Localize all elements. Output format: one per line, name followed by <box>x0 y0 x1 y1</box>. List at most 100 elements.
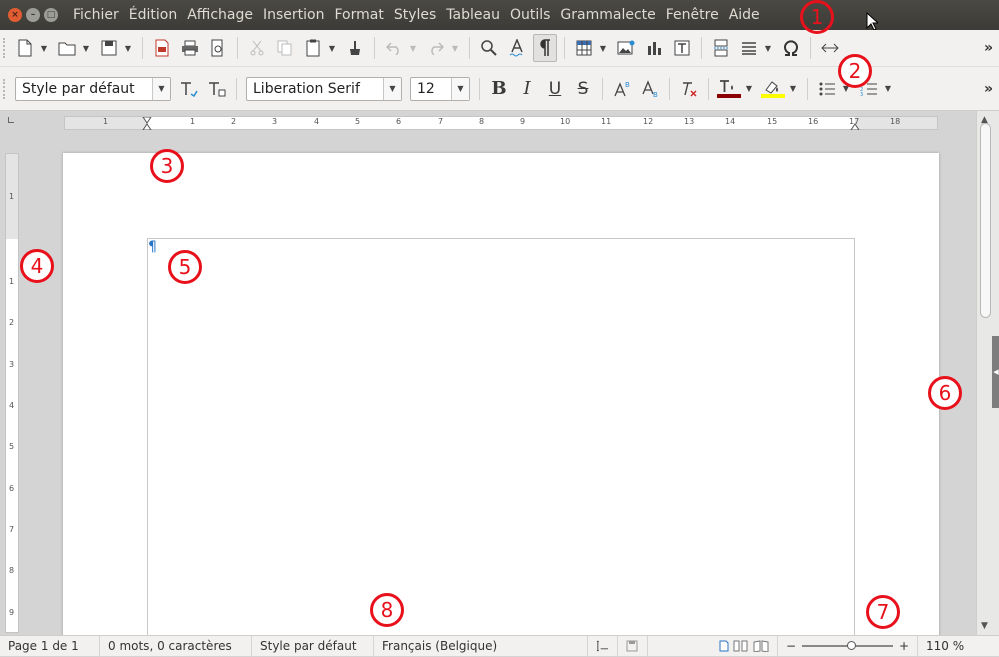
underline-button[interactable]: U <box>543 75 567 103</box>
insert-hyperlink-button[interactable] <box>818 34 842 62</box>
subscript-button[interactable]: B <box>638 75 662 103</box>
menu-aide[interactable]: Aide <box>724 7 765 23</box>
menu-affichage[interactable]: Affichage <box>182 7 258 23</box>
toolbar-overflow-button[interactable]: » <box>984 40 993 56</box>
font-color-button[interactable] <box>716 75 742 103</box>
multi-page-view-icon[interactable] <box>733 640 749 652</box>
maximize-window-button[interactable]: □ <box>44 8 58 22</box>
redo-button[interactable] <box>424 34 448 62</box>
insert-chart-button[interactable] <box>642 34 666 62</box>
page-count-status[interactable]: Page 1 de 1 <box>0 635 100 657</box>
superscript-button[interactable]: B <box>610 75 634 103</box>
document-modified-icon[interactable] <box>618 635 648 657</box>
scroll-down-arrow-icon[interactable]: ▼ <box>981 621 988 631</box>
open-dropdown[interactable]: ▼ <box>81 44 91 53</box>
new-style-button[interactable] <box>205 75 229 103</box>
insert-mode-icon[interactable] <box>588 635 618 657</box>
cut-button[interactable] <box>245 34 269 62</box>
print-preview-button[interactable] <box>206 34 230 62</box>
redo-dropdown[interactable]: ▼ <box>450 44 460 53</box>
numbered-list-dropdown[interactable]: ▼ <box>883 84 893 93</box>
minimize-window-button[interactable]: – <box>26 8 40 22</box>
save-dropdown[interactable]: ▼ <box>123 44 133 53</box>
ruler-label: 9 <box>9 608 15 617</box>
menu-outils[interactable]: Outils <box>505 7 555 23</box>
menu-insertion[interactable]: Insertion <box>258 7 329 23</box>
zoom-out-button[interactable]: − <box>786 639 796 653</box>
export-pdf-button[interactable] <box>150 34 174 62</box>
save-button[interactable] <box>97 34 121 62</box>
scrollbar-thumb[interactable] <box>980 123 991 318</box>
zoom-slider-knob[interactable] <box>847 641 857 650</box>
toolbar-grip[interactable] <box>3 78 7 99</box>
field-dropdown[interactable]: ▼ <box>763 44 773 53</box>
language-status[interactable]: Français (Belgique) <box>374 635 588 657</box>
insert-field-button[interactable] <box>737 34 761 62</box>
italic-button[interactable]: I <box>515 75 539 103</box>
clear-formatting-button[interactable] <box>677 75 701 103</box>
menu-tableau[interactable]: Tableau <box>441 7 505 23</box>
undo-dropdown[interactable]: ▼ <box>408 44 418 53</box>
zoom-percentage[interactable]: 110 % <box>918 636 969 657</box>
document-page[interactable]: ¶ <box>63 153 939 635</box>
chevron-down-icon[interactable]: ▼ <box>451 77 469 100</box>
clone-formatting-button[interactable] <box>343 34 367 62</box>
insert-textbox-button[interactable] <box>670 34 694 62</box>
strikethrough-button[interactable]: S <box>571 75 595 103</box>
menu-fichier[interactable]: Fichier <box>68 7 124 23</box>
pilcrow-icon <box>540 39 550 56</box>
update-style-button[interactable] <box>177 75 201 103</box>
insert-special-char-button[interactable] <box>779 34 803 62</box>
ruler-label: 7 <box>438 117 444 126</box>
tab-type-selector[interactable] <box>8 117 14 123</box>
font-color-dropdown[interactable]: ▼ <box>744 84 754 93</box>
document-canvas[interactable]: ¶ <box>24 133 976 635</box>
page-style-status[interactable]: Style par défaut <box>252 635 374 657</box>
highlight-dropdown[interactable]: ▼ <box>788 84 798 93</box>
vertical-scrollbar[interactable]: ▲ ◀ ▼ <box>976 111 999 635</box>
single-page-view-icon[interactable] <box>719 640 729 652</box>
copy-button[interactable] <box>273 34 297 62</box>
spelling-button[interactable] <box>505 34 529 62</box>
menu-edition[interactable]: Édition <box>124 7 182 23</box>
find-replace-button[interactable] <box>477 34 501 62</box>
menu-grammalecte[interactable]: Grammalecte <box>555 7 660 23</box>
horizontal-ruler[interactable]: 1 1 2 3 4 5 6 7 8 9 10 11 12 13 14 15 16… <box>64 116 938 130</box>
zoom-slider[interactable] <box>802 641 893 650</box>
toolbar-grip[interactable] <box>3 38 7 58</box>
formatting-marks-button[interactable] <box>533 34 557 62</box>
table-dropdown[interactable]: ▼ <box>598 44 608 53</box>
vertical-ruler[interactable]: 1 1 2 3 4 5 6 7 8 9 <box>5 153 19 633</box>
insert-table-button[interactable] <box>572 34 596 62</box>
new-dropdown[interactable]: ▼ <box>39 44 49 53</box>
font-size-combo[interactable]: 12 ▼ <box>410 76 470 101</box>
chevron-down-icon[interactable]: ▼ <box>383 77 401 100</box>
font-name-combo[interactable]: Liberation Serif ▼ <box>246 76 402 101</box>
open-button[interactable] <box>55 34 79 62</box>
insert-page-break-button[interactable] <box>709 34 733 62</box>
zoom-in-button[interactable]: + <box>899 639 909 653</box>
new-document-button[interactable] <box>13 34 37 62</box>
left-indent-marker-icon[interactable] <box>142 117 152 130</box>
insert-image-button[interactable] <box>614 34 638 62</box>
word-count-status[interactable]: 0 mots, 0 caractères <box>100 635 252 657</box>
book-view-icon[interactable] <box>753 640 769 652</box>
close-window-button[interactable]: × <box>8 8 22 22</box>
paintbrush-icon <box>350 41 360 55</box>
unordered-list-button[interactable] <box>815 75 839 103</box>
chevron-down-icon[interactable]: ▼ <box>152 77 170 100</box>
menu-format[interactable]: Format <box>329 7 388 23</box>
ruler-label: 5 <box>9 442 15 451</box>
highlight-color-button[interactable] <box>760 75 786 103</box>
menu-fenetre[interactable]: Fenêtre <box>661 7 724 23</box>
sidebar-toggle-handle[interactable]: ◀ <box>992 336 999 408</box>
paragraph-style-combo[interactable]: Style par défaut ▼ <box>15 76 171 101</box>
toolbar-overflow-button[interactable]: » <box>984 81 993 97</box>
table-icon <box>576 40 592 56</box>
bold-button[interactable]: B <box>487 75 511 103</box>
print-button[interactable] <box>178 34 202 62</box>
menu-styles[interactable]: Styles <box>389 7 441 23</box>
paste-dropdown[interactable]: ▼ <box>327 44 337 53</box>
undo-button[interactable] <box>382 34 406 62</box>
paste-button[interactable] <box>301 34 325 62</box>
